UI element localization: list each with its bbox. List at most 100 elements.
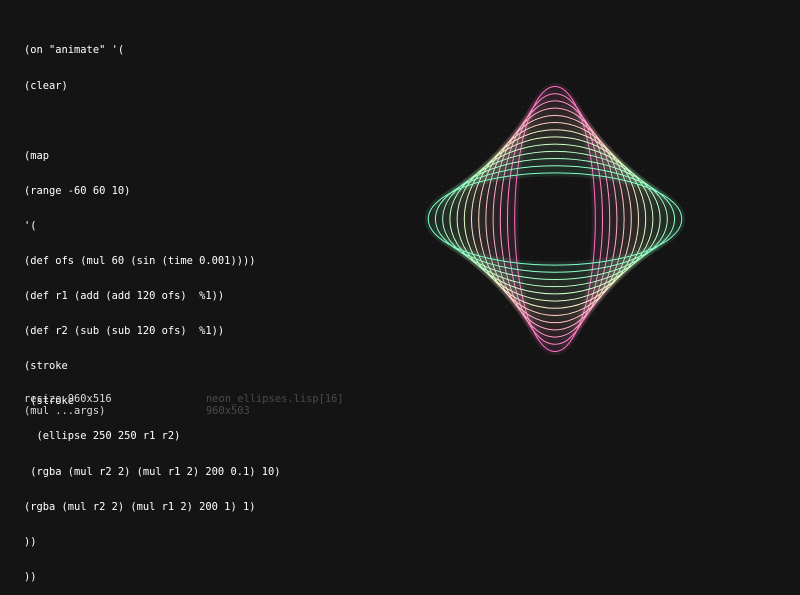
grid-dot (770, 298, 771, 299)
grid-dot (490, 338, 491, 339)
grid-dot (522, 178, 523, 179)
grid-dot (442, 90, 443, 91)
grid-dot (706, 354, 707, 355)
grid-dot (538, 194, 539, 195)
grid-dot (498, 378, 499, 379)
grid-dot (698, 370, 699, 371)
grid-dot (698, 386, 699, 387)
grid-dot (482, 106, 483, 107)
grid-dot (458, 74, 459, 75)
grid-dot (634, 82, 635, 83)
grid-dot (498, 42, 499, 43)
grid-dot (394, 354, 395, 355)
grid-dot (674, 114, 675, 115)
grid-dot (642, 282, 643, 283)
grid-dot (594, 362, 595, 363)
grid-dot (498, 410, 499, 411)
grid-dot (706, 90, 707, 91)
grid-dot (498, 34, 499, 35)
grid-dot (690, 178, 691, 179)
grid-dot (418, 210, 419, 211)
grid-dot (674, 322, 675, 323)
code-line: )) (24, 535, 37, 548)
grid-dot (442, 346, 443, 347)
grid-dot (650, 354, 651, 355)
grid-dot (570, 218, 571, 219)
grid-dot (554, 410, 555, 411)
grid-dot (426, 66, 427, 67)
grid-dot (762, 378, 763, 379)
grid-dot (394, 290, 395, 291)
grid-dot (690, 26, 691, 27)
grid-dot (554, 394, 555, 395)
grid-dot (738, 162, 739, 163)
grid-dot (474, 386, 475, 387)
grid-dot (754, 386, 755, 387)
grid-dot (634, 58, 635, 59)
grid-dot (714, 250, 715, 251)
render-canvas[interactable] (358, 22, 774, 418)
grid-dot (498, 130, 499, 131)
canvas-area[interactable] (358, 22, 774, 418)
grid-dot (738, 82, 739, 83)
grid-dot (578, 410, 579, 411)
grid-dot (378, 370, 379, 371)
grid-dot (418, 58, 419, 59)
grid-dot (586, 258, 587, 259)
grid-dot (530, 386, 531, 387)
grid-dot (754, 402, 755, 403)
grid-dot (666, 74, 667, 75)
grid-dot (714, 266, 715, 267)
grid-dot (466, 154, 467, 155)
grid-dot (634, 290, 635, 291)
grid-dot (714, 338, 715, 339)
grid-dot (714, 370, 715, 371)
grid-dot (538, 42, 539, 43)
grid-dot (626, 410, 627, 411)
grid-dot (754, 138, 755, 139)
grid-dot (578, 362, 579, 363)
grid-dot (482, 130, 483, 131)
grid-dot (602, 90, 603, 91)
grid-dot (610, 130, 611, 131)
grid-dot (402, 386, 403, 387)
grid-dot (738, 90, 739, 91)
grid-dot (754, 26, 755, 27)
code-editor[interactable]: (on "animate" '( (clear) (map (range -60… (24, 22, 354, 583)
grid-dot (410, 226, 411, 227)
grid-dot (506, 122, 507, 123)
grid-dot (378, 402, 379, 403)
grid-dot (394, 298, 395, 299)
grid-dot (442, 378, 443, 379)
grid-dot (522, 370, 523, 371)
grid-dot (698, 162, 699, 163)
grid-dot (578, 186, 579, 187)
grid-dot (698, 210, 699, 211)
grid-dot (378, 202, 379, 203)
grid-dot (706, 242, 707, 243)
grid-dot (722, 66, 723, 67)
grid-dot (714, 34, 715, 35)
grid-dot (450, 258, 451, 259)
grid-dot (682, 98, 683, 99)
grid-dot (602, 346, 603, 347)
grid-dot (402, 170, 403, 171)
grid-dot (770, 234, 771, 235)
grid-dot (482, 378, 483, 379)
grid-dot (466, 122, 467, 123)
grid-dot (770, 210, 771, 211)
grid-dot (474, 338, 475, 339)
grid-dot (442, 74, 443, 75)
grid-dot (450, 106, 451, 107)
grid-dot (578, 66, 579, 67)
grid-dot (506, 58, 507, 59)
grid-dot (482, 330, 483, 331)
grid-dot (386, 178, 387, 179)
grid-dot (402, 370, 403, 371)
grid-dot (394, 322, 395, 323)
grid-dot (490, 394, 491, 395)
grid-dot (362, 42, 363, 43)
grid-dot (746, 386, 747, 387)
grid-dot (658, 66, 659, 67)
grid-dot (546, 378, 547, 379)
